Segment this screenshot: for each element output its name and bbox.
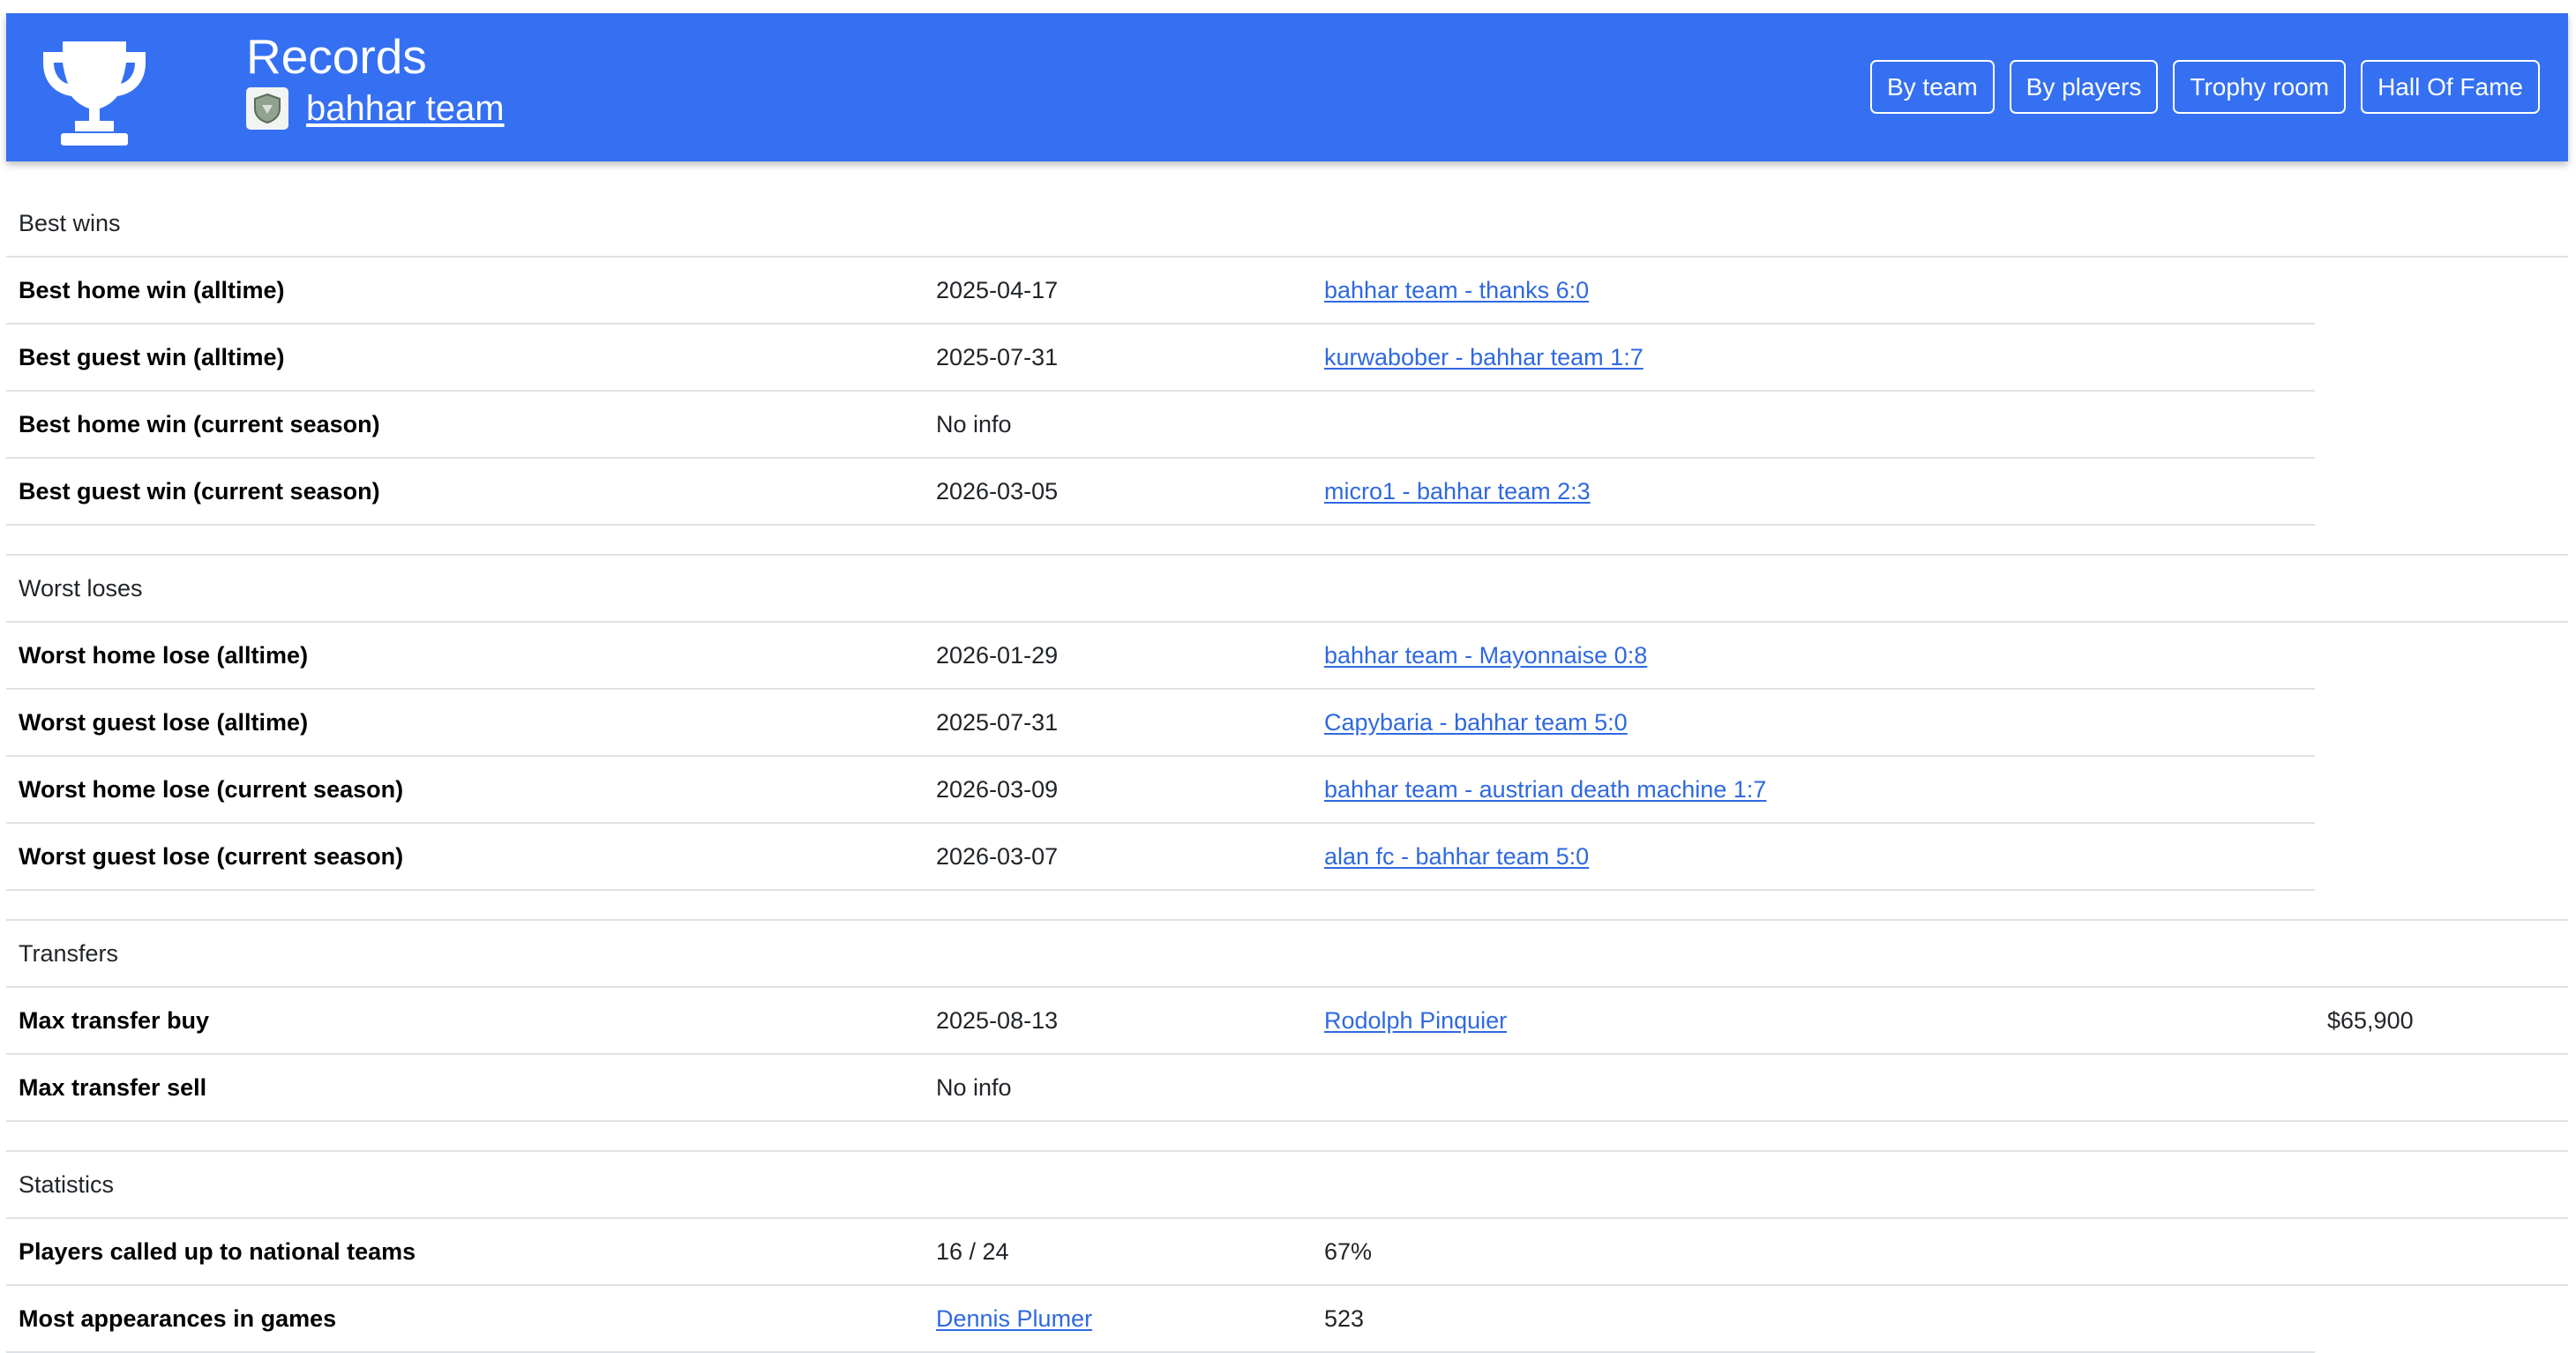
record-label: Max transfer sell <box>6 1054 924 1122</box>
section-title: Statistics <box>6 1151 2569 1219</box>
record-label: Worst guest lose (current season) <box>6 823 924 891</box>
national-percent: 67% <box>1312 1218 2315 1286</box>
record-label: Worst home lose (current season) <box>6 756 924 824</box>
record-date: 2026-03-05 <box>924 458 1312 526</box>
team-row: bahhar team <box>246 87 505 130</box>
trophy-icon <box>43 41 146 146</box>
table-row: Max transfer sell No info <box>6 1054 2569 1122</box>
table-row: Best guest win (alltime) 2025-07-31 kurw… <box>6 324 2568 392</box>
page-header: Records bahhar team By team By players T… <box>6 13 2568 161</box>
section-title: Worst loses <box>6 555 2569 623</box>
trophy-room-button[interactable]: Trophy room <box>2173 60 2347 114</box>
match-link[interactable]: bahhar team - austrian death machine 1:7 <box>1324 776 1766 803</box>
appearances-count: 523 <box>1312 1285 2315 1353</box>
section-spacer <box>6 525 2569 556</box>
match-link[interactable]: bahhar team - Mayonnaise 0:8 <box>1324 642 1647 669</box>
record-date: 2025-07-31 <box>924 324 1312 392</box>
match-link[interactable]: micro1 - bahhar team 2:3 <box>1324 478 1591 505</box>
by-team-button[interactable]: By team <box>1869 60 1995 114</box>
record-date: 2025-07-31 <box>924 689 1312 757</box>
table-row: Best home win (alltime) 2025-04-17 bahha… <box>6 257 2568 325</box>
section-header-transfers: Transfers <box>6 920 2569 988</box>
record-label: Most appearances in games <box>6 1285 924 1353</box>
player-link[interactable]: Rodolph Pinquier <box>1324 1007 1507 1034</box>
record-label: Max transfer buy <box>6 987 924 1055</box>
record-label: Worst home lose (alltime) <box>6 622 924 690</box>
table-row: Most appearances in games Dennis Plumer … <box>6 1285 2568 1353</box>
record-date: No info <box>924 1054 1312 1122</box>
by-players-button[interactable]: By players <box>2009 60 2159 114</box>
table-row: Worst home lose (current season) 2026-03… <box>6 756 2568 824</box>
record-date: No info <box>924 391 1312 459</box>
team-link[interactable]: bahhar team <box>306 89 505 129</box>
table-row: Best guest win (current season) 2026-03-… <box>6 458 2568 526</box>
page-title: Records <box>246 29 427 84</box>
transfer-price: $65,900 <box>2315 987 2569 1055</box>
records-content: Best wins Best home win (alltime) 2025-0… <box>6 191 2569 1353</box>
hall-of-fame-button[interactable]: Hall Of Fame <box>2361 60 2540 114</box>
records-nav: By team By players Trophy room Hall Of F… <box>1869 60 2540 114</box>
table-row: Worst guest lose (current season) 2026-0… <box>6 823 2568 891</box>
record-date: 2026-01-29 <box>924 622 1312 690</box>
section-header-statistics: Statistics <box>6 1151 2569 1219</box>
section-title: Best wins <box>6 191 2569 258</box>
record-date: 2025-08-13 <box>924 987 1312 1055</box>
match-link[interactable]: alan fc - bahhar team 5:0 <box>1324 843 1589 870</box>
record-date: 2025-04-17 <box>924 257 1312 325</box>
section-title: Transfers <box>6 920 2569 988</box>
records-table: Best wins Best home win (alltime) 2025-0… <box>6 191 2569 1353</box>
section-spacer <box>6 1121 2569 1152</box>
table-row: Best home win (current season) No info <box>6 391 2568 459</box>
team-crest-icon <box>246 87 288 130</box>
table-row: Players called up to national teams 16 /… <box>6 1218 2569 1286</box>
section-header-worst-loses: Worst loses <box>6 555 2569 623</box>
table-row: Worst home lose (alltime) 2026-01-29 bah… <box>6 622 2568 690</box>
record-label: Best home win (current season) <box>6 391 924 459</box>
record-label: Best home win (alltime) <box>6 257 924 325</box>
match-link[interactable]: kurwabober - bahhar team 1:7 <box>1324 344 1644 370</box>
player-link[interactable]: Dennis Plumer <box>936 1305 1092 1332</box>
table-row: Max transfer buy 2025-08-13 Rodolph Pinq… <box>6 987 2569 1055</box>
record-label: Best guest win (current season) <box>6 458 924 526</box>
record-label: Players called up to national teams <box>6 1218 924 1286</box>
record-label: Worst guest lose (alltime) <box>6 689 924 757</box>
match-link[interactable]: Capybaria - bahhar team 5:0 <box>1324 709 1628 736</box>
record-date: 2026-03-07 <box>924 823 1312 891</box>
match-link[interactable]: bahhar team - thanks 6:0 <box>1324 277 1589 303</box>
record-date: 2026-03-09 <box>924 756 1312 824</box>
section-header-best-wins: Best wins <box>6 191 2569 258</box>
section-spacer <box>6 890 2569 921</box>
national-count: 16 / 24 <box>924 1218 1312 1286</box>
table-row: Worst guest lose (alltime) 2025-07-31 Ca… <box>6 689 2568 757</box>
record-label: Best guest win (alltime) <box>6 324 924 392</box>
